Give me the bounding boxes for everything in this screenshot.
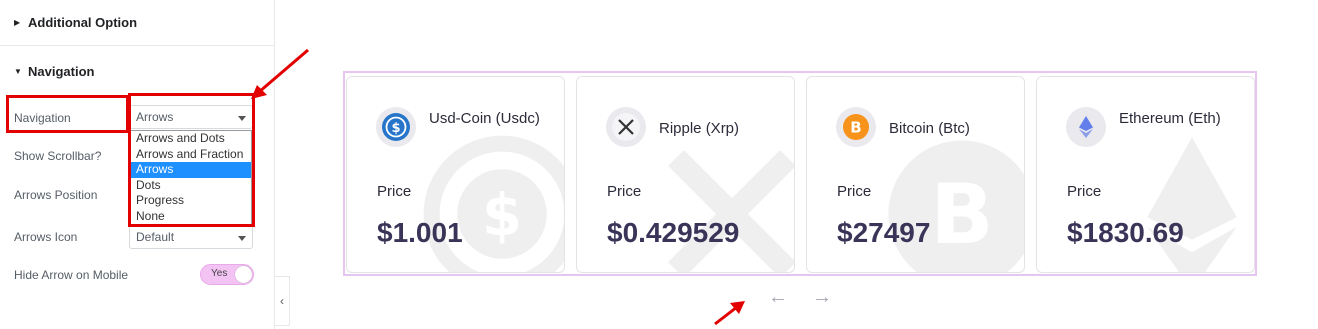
svg-text:$: $ — [391, 121, 400, 136]
price-value: $1.001 — [377, 217, 463, 248]
price-label: Price — [607, 183, 642, 200]
usdc-watermark-icon: $ — [423, 135, 564, 272]
price-label: Price — [837, 183, 872, 200]
show-scrollbar-label: Show Scrollbar? — [14, 149, 102, 163]
svg-text:$: $ — [482, 182, 522, 249]
annotation-arrow-top — [251, 48, 309, 99]
section-navigation[interactable]: ▼ Navigation — [0, 48, 274, 94]
svg-text:B: B — [930, 166, 993, 263]
annotation-box-dropdown — [128, 93, 255, 227]
arrows-icon-select-value: Default — [136, 230, 175, 244]
chevron-down-icon — [238, 236, 246, 241]
crypto-carousel: $ $ Usd-Coin (Usdc) Price $1.001 Ripple … — [343, 71, 1257, 276]
coin-name: Bitcoin (Btc) — [889, 120, 970, 137]
annotation-arrow-bottom — [714, 301, 745, 326]
carousel-next-arrow-icon[interactable]: → — [812, 286, 832, 309]
toggle-label: Yes — [211, 268, 228, 279]
caret-right-icon: ▶ — [14, 18, 21, 27]
price-value: $1830.69 — [1067, 217, 1184, 248]
xrp-icon — [606, 107, 646, 147]
crypto-card: Ripple (Xrp) Price $0.429529 — [576, 76, 795, 273]
coin-name: Usd-Coin (Usdc) — [429, 110, 540, 127]
bitcoin-icon: B — [836, 107, 876, 147]
svg-text:B: B — [850, 119, 861, 137]
collapse-panel-button[interactable]: ‹ — [275, 276, 290, 326]
crypto-card: Ethereum (Eth) Price $1830.69 — [1036, 76, 1255, 273]
crypto-card: B B Bitcoin (Btc) Price $27497 — [806, 76, 1025, 273]
crypto-card: $ $ Usd-Coin (Usdc) Price $1.001 — [346, 76, 565, 273]
arrows-position-label: Arrows Position — [14, 188, 98, 202]
chevron-left-icon: ‹ — [280, 294, 284, 308]
bitcoin-watermark-icon: B — [888, 140, 1024, 272]
ethereum-watermark-icon — [1147, 137, 1237, 272]
section-title: Additional Option — [28, 15, 138, 30]
section-title: Navigation — [28, 63, 95, 79]
price-label: Price — [1067, 183, 1102, 200]
caret-down-icon: ▼ — [14, 66, 22, 76]
page: ▶ Additional Option ▼ Navigation Navigat… — [0, 0, 1318, 329]
price-value: $0.429529 — [607, 217, 740, 248]
toggle-knob — [235, 266, 252, 283]
carousel-prev-arrow-icon[interactable]: ← — [768, 286, 788, 309]
coin-name: Ethereum (Eth) — [1119, 110, 1221, 127]
price-value: $27497 — [837, 217, 931, 248]
annotation-box-label — [6, 95, 129, 133]
hide-arrow-toggle[interactable]: Yes — [200, 264, 254, 285]
arrows-icon-label: Arrows Icon — [14, 230, 78, 244]
usdc-icon: $ — [376, 107, 416, 147]
ethereum-icon — [1066, 107, 1106, 147]
hide-arrow-label: Hide Arrow on Mobile — [14, 268, 129, 282]
section-additional-option[interactable]: ▶ Additional Option — [0, 0, 274, 46]
coin-name: Ripple (Xrp) — [659, 120, 740, 137]
xrp-watermark-icon — [668, 150, 794, 272]
price-label: Price — [377, 183, 412, 200]
arrows-icon-select[interactable]: Default — [129, 225, 253, 249]
